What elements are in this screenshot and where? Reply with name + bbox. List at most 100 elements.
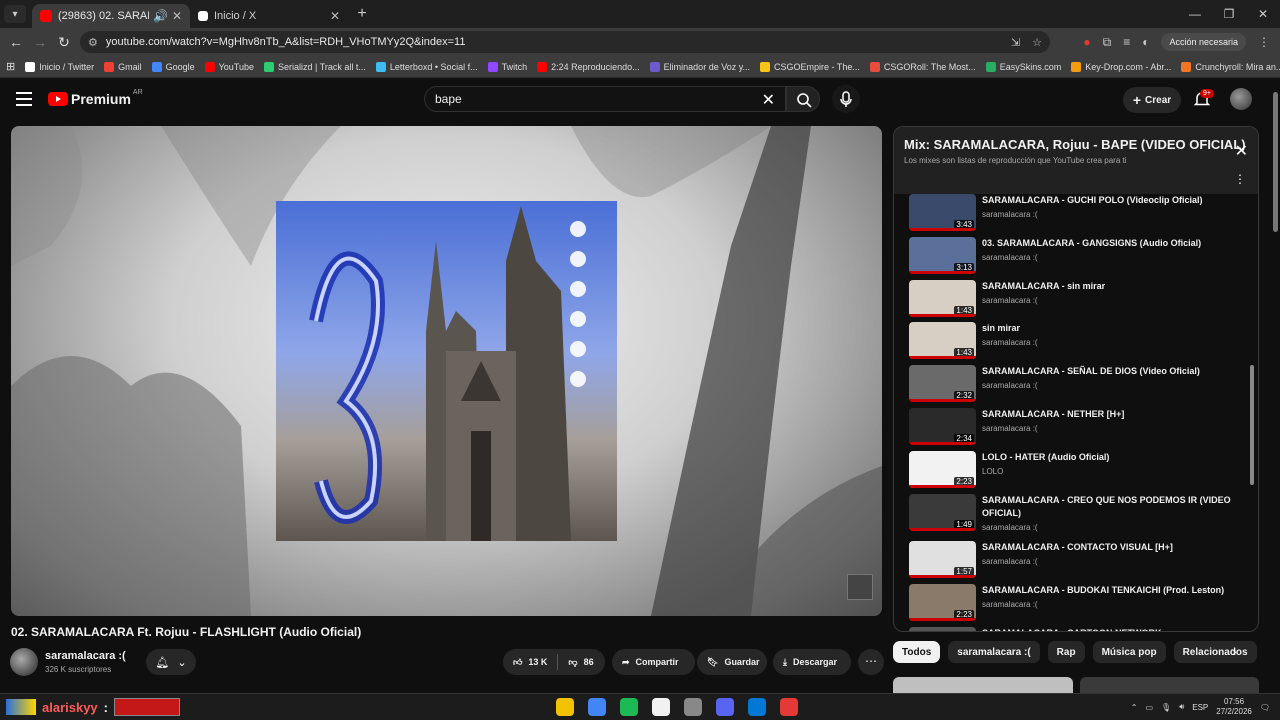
video-thumbnail[interactable]: 2:32	[909, 365, 976, 402]
playlist-item-title[interactable]: sin mirar	[982, 322, 1244, 335]
taskbar-app-icon[interactable]	[588, 698, 606, 716]
extensions-icon[interactable]: ⧉	[1103, 35, 1112, 50]
video-thumbnail[interactable]: 2:34	[909, 408, 976, 445]
apps-icon[interactable]: ⊞	[6, 60, 15, 73]
clear-search-icon[interactable]: ✕	[762, 90, 775, 110]
channel-name[interactable]: saramalacara :(	[45, 650, 126, 662]
playlist-item-title[interactable]: SARAMALACARA - SEÑAL DE DIOS (Video Ofic…	[982, 365, 1244, 378]
action-needed-button[interactable]: Acción necesaria	[1161, 33, 1246, 51]
playlist-scrollbar[interactable]	[1250, 197, 1254, 627]
playlist-item[interactable]: 1:49 SARAMALACARA - CREO QUE NOS PODEMOS …	[909, 494, 1249, 534]
tab-youtube[interactable]: (29863) 02. SARAMALACAR 🔊 ✕	[32, 4, 190, 28]
close-tab-icon[interactable]: ✕	[330, 9, 340, 23]
playlist-item[interactable]: SARAMALACARA - CARTOON NETWORK	[909, 627, 1249, 631]
taskbar-app-icon[interactable]	[780, 698, 798, 716]
like-count[interactable]: 13 K	[528, 657, 547, 667]
playlist-item[interactable]: 2:23 LOLO - HATER (Audio Oficial) LOLO	[909, 451, 1249, 491]
taskbar-app-icon[interactable]	[652, 698, 670, 716]
tab-x[interactable]: Inicio / X ✕	[190, 4, 348, 28]
menu-icon[interactable]	[16, 92, 32, 106]
like-icon[interactable]: 👍︎	[513, 657, 522, 668]
bookmark-item[interactable]: Eliminador de Voz y...	[649, 61, 750, 72]
bookmark-item[interactable]: Inicio / Twitter	[25, 61, 94, 72]
bookmark-item[interactable]: EasySkins.com	[985, 61, 1061, 72]
back-icon[interactable]: ←	[4, 34, 28, 50]
playlist-item-title[interactable]: SARAMALACARA - CARTOON NETWORK	[982, 627, 1244, 631]
create-button[interactable]: + Crear	[1123, 87, 1181, 113]
playlist-item-title[interactable]: SARAMALACARA - sin mirar	[982, 280, 1244, 293]
video-thumbnail[interactable]: 1:49	[909, 494, 976, 531]
playlist-item[interactable]: 3:13 03. SARAMALACARA - GANGSIGNS (Audio …	[909, 237, 1249, 277]
playlist-item-title[interactable]: SARAMALACARA - CONTACTO VISUAL [H+]	[982, 541, 1244, 554]
playlist-item[interactable]: 1:57 SARAMALACARA - CONTACTO VISUAL [H+] s…	[909, 541, 1249, 581]
video-thumbnail[interactable]: 1:43	[909, 280, 976, 317]
share-button[interactable]: ➦ Compartir	[612, 649, 695, 675]
taskbar-app-icon[interactable]	[620, 698, 638, 716]
filter-chip[interactable]: Relacionados	[1173, 641, 1257, 663]
bookmark-item[interactable]: Google	[151, 61, 195, 72]
voice-search-button[interactable]	[832, 85, 860, 113]
bookmark-item[interactable]: YouTube	[204, 61, 254, 72]
playlist-item-title[interactable]: SARAMALACARA - BUDOKAI TENKAICHI (Prod. …	[982, 584, 1244, 597]
speaker-icon[interactable]: 🔊	[153, 9, 168, 23]
account-avatar[interactable]	[1230, 88, 1252, 110]
restore-icon[interactable]: ❐	[1212, 0, 1246, 28]
video-thumbnail[interactable]: 2:23	[909, 451, 976, 488]
network-icon[interactable]: ▭	[1145, 703, 1153, 712]
bookmark-item[interactable]: 2:24 Reproduciendo...	[537, 61, 640, 72]
dislike-count[interactable]: 86	[584, 657, 594, 667]
bookmark-item[interactable]: Crunchyroll: Mira an...	[1181, 61, 1280, 72]
taskbar-app-icon[interactable]	[684, 698, 702, 716]
taskbar-app-icon[interactable]	[556, 698, 574, 716]
clock[interactable]: 07:56 27/2/2026	[1216, 697, 1252, 717]
playlist-title[interactable]: Mix: SARAMALACARA, Rojuu - BAPE (VIDEO O…	[904, 137, 1246, 152]
page-scrollbar[interactable]	[1273, 92, 1278, 232]
extension-record-icon[interactable]: ●	[1083, 35, 1090, 49]
bookmark-item[interactable]: Gmail	[104, 61, 142, 72]
microphone-icon[interactable]: 🎙︎	[1161, 703, 1171, 712]
bookmark-item[interactable]: Letterboxd • Social f...	[375, 61, 478, 72]
media-controls-icon[interactable]: ≡	[1123, 35, 1130, 49]
playlist-item[interactable]: 1:43 SARAMALACARA - sin mirar saramalacara…	[909, 280, 1249, 320]
scrollbar-thumb[interactable]	[1250, 365, 1254, 485]
browser-menu-icon[interactable]: ⋮	[1258, 35, 1270, 49]
playlist-item-title[interactable]: SARAMALACARA - NETHER [H+]	[982, 408, 1244, 421]
bookmark-item[interactable]: Key-Drop.com - Abr...	[1071, 61, 1171, 72]
playlist-item-title[interactable]: LOLO - HATER (Audio Oficial)	[982, 451, 1244, 464]
install-app-icon[interactable]: ⇲	[1011, 36, 1020, 49]
filter-chip[interactable]: saramalacara :(	[948, 641, 1040, 663]
playlist-item-title[interactable]: 03. SARAMALACARA - GANGSIGNS (Audio Ofic…	[982, 237, 1244, 250]
address-bar[interactable]: ⚙ youtube.com/watch?v=MgHhv8nTb_A&list=R…	[80, 31, 1050, 53]
channel-watermark[interactable]	[847, 574, 873, 600]
taskbar-app-icon[interactable]	[716, 698, 734, 716]
bookmark-item[interactable]: CSGOEmpire - The...	[760, 61, 860, 72]
playlist-item[interactable]: 1:43 sin mirar saramalacara :(	[909, 322, 1249, 362]
notifications-icon[interactable]: 🗨︎	[1260, 703, 1270, 712]
bookmark-item[interactable]: Twitch	[487, 61, 527, 72]
filter-chip[interactable]: Todos	[893, 641, 941, 663]
search-button[interactable]	[786, 86, 820, 112]
tab-search-icon[interactable]: ▾	[4, 5, 26, 23]
playlist-item[interactable]: 2:34 SARAMALACARA - NETHER [H+] saramalaca…	[909, 408, 1249, 448]
video-thumbnail[interactable]: 1:43	[909, 322, 976, 359]
video-thumbnail[interactable]: 1:57	[909, 541, 976, 578]
site-info-icon[interactable]: ⚙	[88, 36, 98, 49]
youtube-logo[interactable]: Premium AR	[48, 89, 143, 107]
chevron-right-icon[interactable]: ›	[1232, 643, 1237, 659]
new-tab-icon[interactable]: +	[352, 5, 372, 23]
subscription-bell-button[interactable]: 🔔︎ ⌄	[146, 649, 196, 675]
dislike-icon[interactable]: 👎︎	[568, 657, 577, 668]
taskbar-app-icon[interactable]	[748, 698, 766, 716]
language-indicator[interactable]: ESP	[1192, 703, 1208, 712]
playlist-item[interactable]: 2:23 SARAMALACARA - BUDOKAI TENKAICHI (Pr…	[909, 584, 1249, 624]
bookmark-item[interactable]: Serializd | Track all t...	[264, 61, 366, 72]
video-thumbnail[interactable]	[909, 627, 976, 631]
forward-icon[interactable]: →	[28, 34, 52, 50]
video-thumbnail[interactable]: 3:43	[909, 194, 976, 231]
playlist-item-title[interactable]: SARAMALACARA - GUCHI POLO (Videoclip Ofi…	[982, 194, 1244, 207]
more-actions-button[interactable]: ⋯	[858, 649, 884, 675]
bookmark-item[interactable]: CSGORoll: The Most...	[869, 61, 976, 72]
volume-icon[interactable]: 🔊︎	[1179, 702, 1184, 712]
bookmark-star-icon[interactable]: ☆	[1032, 36, 1042, 49]
close-tab-icon[interactable]: ✕	[172, 9, 182, 23]
